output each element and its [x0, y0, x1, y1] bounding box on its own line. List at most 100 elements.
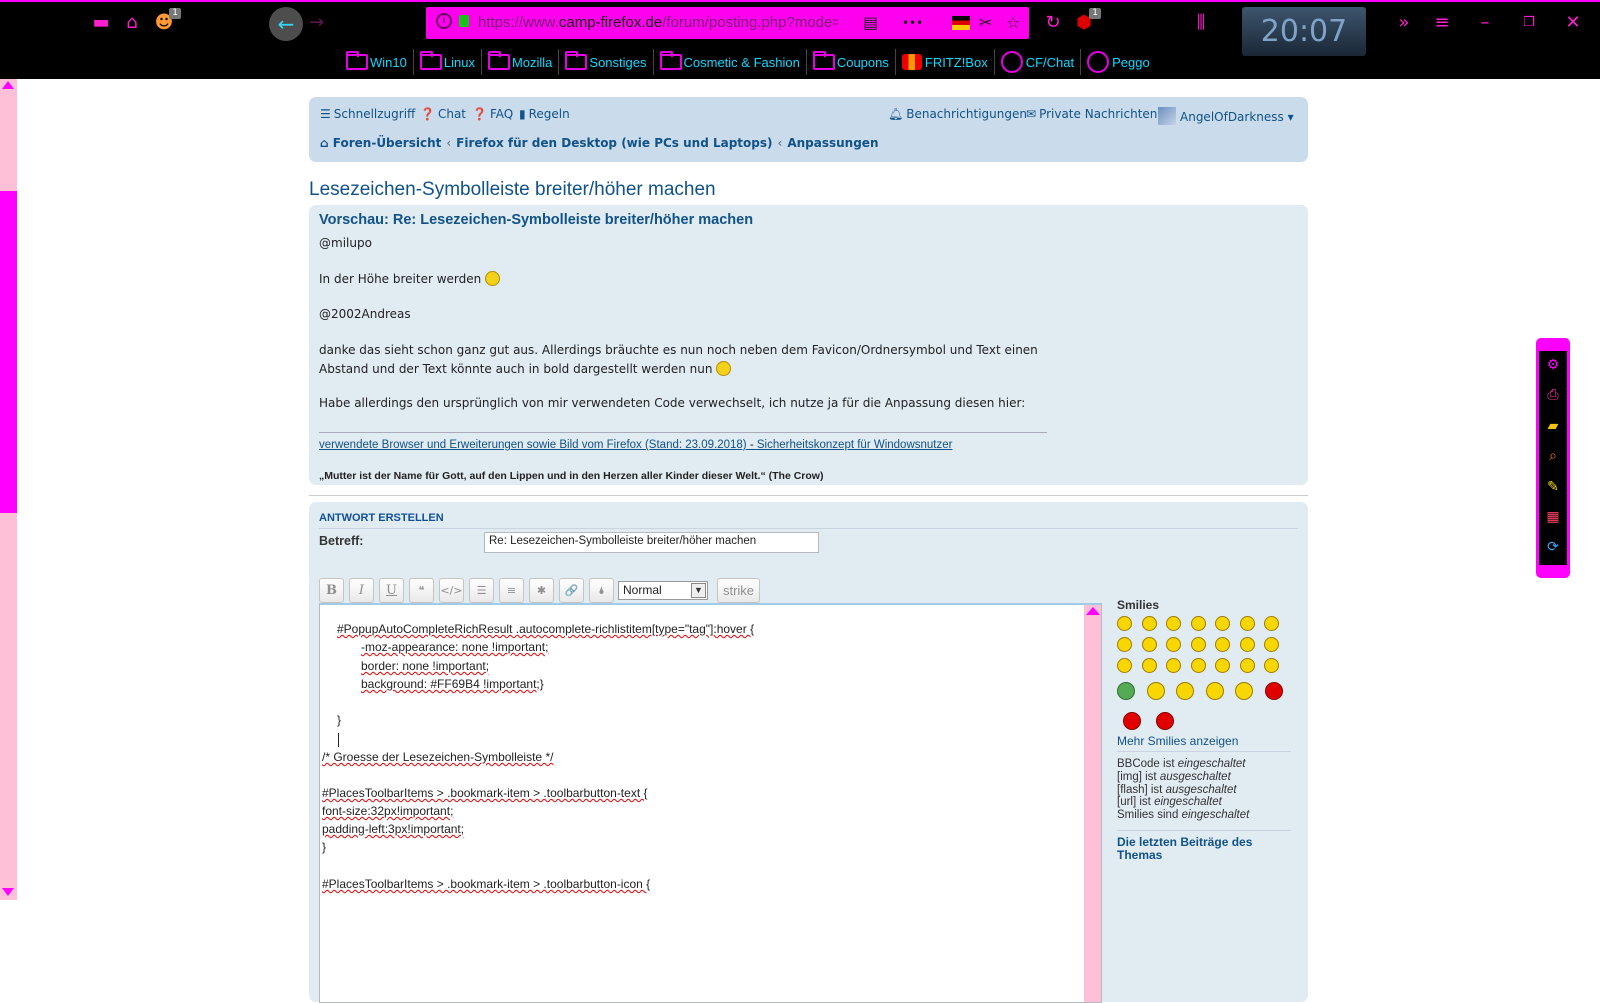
back-button[interactable]: ←	[269, 7, 303, 41]
color-button[interactable]: 🌢	[589, 578, 614, 603]
url-text[interactable]: https://www.camp-firefox.de/forum/postin…	[478, 14, 838, 32]
smiley-icon[interactable]	[1190, 658, 1206, 673]
breadcrumb-desktop[interactable]: Firefox für den Desktop (wie PCs und Lap…	[456, 136, 772, 150]
bookmark-item[interactable]: Cosmetic & Fashion	[654, 49, 807, 75]
smiley-icon[interactable]	[1146, 682, 1165, 700]
bookmark-item[interactable]: Mozilla	[482, 49, 560, 75]
chat-link[interactable]: ❓ Chat	[420, 107, 466, 121]
smiley-icon[interactable]	[1176, 682, 1194, 700]
quick-access-link[interactable]: ☰ Schnellzugriff	[320, 107, 415, 121]
more-smilies-link[interactable]: Mehr Smilies anzeigen	[1117, 734, 1238, 748]
rules-link[interactable]: ▮ Regeln	[519, 107, 570, 121]
list-numbered-button[interactable]: ≡	[499, 578, 524, 603]
smiley-icon[interactable]	[1117, 682, 1135, 700]
bold-button[interactable]: B	[319, 578, 344, 603]
lock-icon[interactable]	[459, 15, 469, 27]
home-icon[interactable]: ⌂	[121, 12, 143, 34]
addon-icon[interactable]: ☻ 1	[153, 8, 181, 34]
ublock-icon[interactable]: ⬢ 1	[1073, 8, 1101, 34]
bookmark-item[interactable]: FRITZ!Box	[896, 49, 995, 75]
bookmark-item[interactable]: Win10	[340, 49, 414, 75]
smiley-icon[interactable]	[1117, 658, 1132, 673]
list-item-button[interactable]: ✱	[529, 578, 554, 603]
url-bar[interactable]: i https://www.camp-firefox.de/forum/post…	[426, 7, 1029, 39]
smiley-icon[interactable]	[1166, 616, 1181, 631]
smiley-icon[interactable]	[1141, 658, 1157, 673]
bookmark-item[interactable]: Peggo	[1081, 49, 1156, 75]
smiley-icon[interactable]	[1215, 658, 1230, 673]
smiley-icon[interactable]	[1166, 658, 1181, 673]
print-icon[interactable]: ⎙	[1545, 387, 1561, 403]
strike-button[interactable]: strike	[717, 578, 760, 603]
search-icon[interactable]: ⌕	[1545, 448, 1561, 464]
bookmark-item[interactable]: Coupons	[807, 49, 896, 75]
scroll-down-icon[interactable]	[2, 888, 14, 896]
forward-button[interactable]: →	[309, 12, 324, 33]
folder-icon[interactable]: ▰	[1545, 418, 1561, 434]
latest-posts-link[interactable]: Die letzten Beiträge des Themas	[1117, 836, 1252, 862]
smiley-icon[interactable]	[1117, 637, 1132, 652]
scrollbar-thumb[interactable]	[0, 191, 17, 513]
faq-link[interactable]: ❓ FAQ	[472, 107, 513, 121]
subject-input[interactable]: Re: Lesezeichen-Symbolleiste breiter/höh…	[484, 532, 819, 553]
underline-button[interactable]: U	[379, 578, 404, 603]
smiley-icon[interactable]	[1239, 658, 1255, 673]
library-icon[interactable]: ⫼	[1190, 12, 1212, 34]
smiley-icon[interactable]	[1235, 682, 1253, 700]
private-messages-link[interactable]: ✉ Private Nachrichten	[1026, 107, 1157, 121]
calendar-icon[interactable]: ▦	[1545, 509, 1561, 525]
smiley-icon[interactable]	[1190, 637, 1206, 652]
flag-de-icon[interactable]	[952, 16, 970, 30]
reader-icon[interactable]: ▤	[863, 13, 878, 33]
smiley-icon[interactable]	[1239, 616, 1255, 631]
list-button[interactable]: ☰	[469, 578, 494, 603]
breadcrumb-index[interactable]: Foren-Übersicht	[333, 136, 442, 150]
tabs-icon[interactable]: ▬	[90, 12, 112, 34]
smiley-icon[interactable]	[1190, 616, 1206, 631]
menu-icon[interactable]: ≡	[1431, 12, 1453, 34]
bookmark-item[interactable]: Linux	[414, 49, 482, 75]
topic-title[interactable]: Lesezeichen-Symbolleiste breiter/höher m…	[309, 179, 716, 201]
smiley-icon[interactable]	[1264, 658, 1279, 673]
code-button[interactable]: </>	[439, 578, 464, 603]
minimize-icon[interactable]: –	[1474, 12, 1496, 34]
smiley-icon[interactable]	[1156, 712, 1174, 730]
smiley-icon[interactable]	[1123, 712, 1141, 730]
more-icon[interactable]: •••	[902, 13, 923, 33]
smiley-icon[interactable]	[1141, 637, 1157, 652]
smiley-icon[interactable]	[1264, 682, 1283, 700]
smiley-icon[interactable]	[1239, 637, 1255, 652]
quote-button[interactable]: ❝	[409, 578, 434, 603]
chevron-down-icon[interactable]: ▼	[691, 583, 706, 598]
note-icon[interactable]: ✎	[1545, 479, 1561, 495]
overflow-icon[interactable]: »	[1393, 12, 1415, 34]
notifications-link[interactable]: 🔔︎ Benachrichtigungen	[888, 107, 1027, 121]
page-scrollbar[interactable]	[0, 79, 17, 900]
user-menu[interactable]: AngelOfDarkness ▾	[1158, 107, 1294, 125]
smiley-icon[interactable]	[1141, 616, 1157, 631]
screenshot-icon[interactable]: ✂	[979, 13, 992, 33]
breadcrumb-anpassungen[interactable]: Anpassungen	[787, 136, 878, 150]
bookmark-item[interactable]: Sonstiges	[559, 49, 654, 75]
signature-link-browsers[interactable]: verwendete Browser und Erweiterungen sow…	[319, 439, 747, 451]
settings-icon[interactable]: ⚙	[1545, 357, 1561, 373]
italic-button[interactable]: I	[349, 578, 374, 603]
textarea-scrollbar[interactable]	[1084, 605, 1101, 1002]
sync-icon[interactable]: ⟳	[1545, 539, 1561, 555]
smiley-icon[interactable]	[1215, 616, 1230, 631]
signature-link-security[interactable]: Sicherheitskonzept für Windowsnutzer	[757, 439, 953, 451]
bookmark-item[interactable]: CF/Chat	[995, 49, 1082, 75]
smiley-icon[interactable]	[1264, 616, 1279, 631]
scroll-up-icon[interactable]	[1086, 607, 1100, 615]
reload-icon[interactable]: ↻	[1042, 12, 1064, 34]
smiley-icon[interactable]	[1117, 616, 1132, 631]
restore-icon[interactable]: ❐	[1518, 12, 1540, 34]
info-icon[interactable]: i	[436, 13, 452, 29]
smiley-icon[interactable]	[1205, 682, 1224, 700]
smiley-icon[interactable]	[1264, 637, 1279, 652]
link-button[interactable]: 🔗	[559, 578, 584, 603]
close-icon[interactable]: ✕	[1562, 12, 1584, 34]
font-size-select[interactable]: Normal ▼	[618, 581, 708, 600]
message-textarea[interactable]: #PopupAutoCompleteRichResult .autocomple…	[319, 603, 1102, 1003]
smiley-icon[interactable]	[1166, 637, 1181, 652]
